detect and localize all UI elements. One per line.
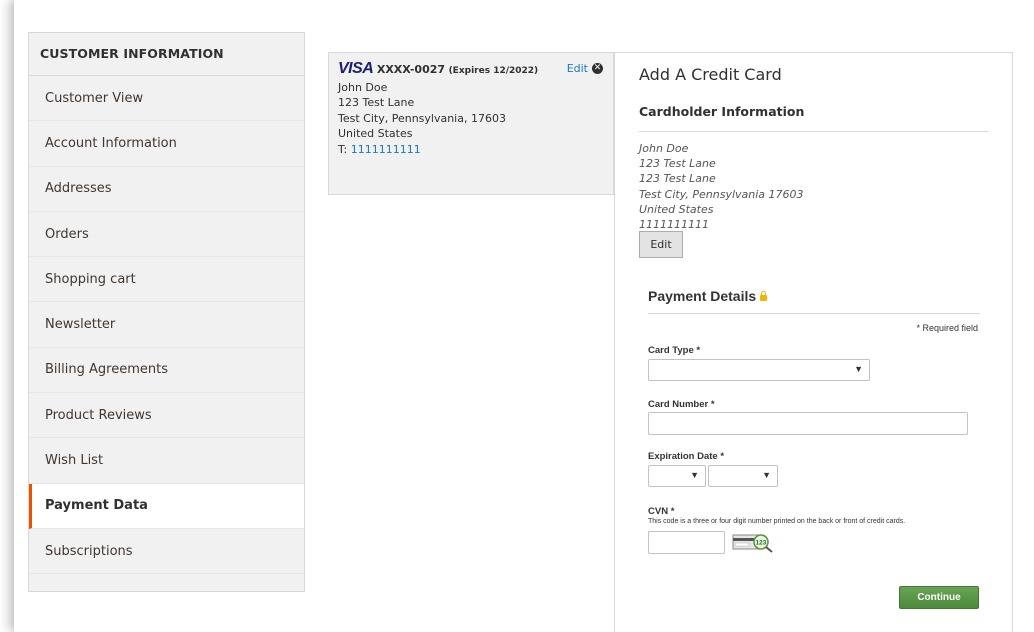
sidebar-item-customer-view[interactable]: Customer View (29, 76, 304, 122)
sidebar-item-wish-list[interactable]: Wish List (29, 438, 304, 484)
sidebar-item-payment-data[interactable]: Payment Data (29, 483, 304, 529)
card-header: VISA XXXX-0027 (Expires 12/2022) (338, 61, 604, 80)
address-line: 1111111111 (639, 218, 709, 232)
delete-card-icon[interactable]: ✕ (592, 63, 603, 75)
sidebar-item-orders[interactable]: Orders (29, 212, 304, 258)
phone-prefix: T: (338, 142, 351, 156)
sidebar-item-shopping-cart[interactable]: Shopping cart (29, 257, 304, 303)
cvv-card-icon[interactable]: 123 (732, 531, 774, 553)
cardholder-title: Cardholder Information (639, 104, 805, 119)
saved-card: VISA XXXX-0027 (Expires 12/2022) Edit ✕ … (328, 52, 614, 195)
divider (648, 313, 980, 314)
continue-button[interactable]: Continue (899, 586, 979, 609)
chevron-down-icon: ▼ (762, 470, 771, 480)
card-number-input[interactable] (648, 412, 968, 435)
address-line: Test City, Pennsylvania 17603 (639, 187, 804, 201)
card-number-label: Card Number * (648, 399, 715, 410)
sidebar-item-account-information[interactable]: Account Information (29, 121, 304, 167)
payment-details-title: Payment Details (648, 288, 768, 304)
sidebar-item-billing-agreements[interactable]: Billing Agreements (29, 348, 304, 394)
phone-link[interactable]: 1111111111 (351, 143, 421, 156)
sidebar-item-newsletter[interactable]: Newsletter (29, 302, 304, 348)
lock-icon (760, 291, 768, 301)
card-street: 123 Test Lane (338, 96, 415, 109)
divider (639, 131, 988, 132)
card-holder-name: John Doe (338, 80, 388, 94)
edit-card-link[interactable]: Edit ✕ (567, 61, 603, 77)
card-type-select[interactable]: ▼ (648, 359, 870, 381)
expiration-month-select[interactable]: ▼ (648, 465, 706, 487)
expiration-year-select[interactable]: ▼ (708, 465, 778, 487)
sidebar-item-product-reviews[interactable]: Product Reviews (29, 393, 304, 439)
visa-logo-icon: VISA (338, 60, 374, 77)
sidebar-title: CUSTOMER INFORMATION (29, 33, 304, 76)
address-line: 123 Test Lane (639, 157, 716, 171)
chevron-down-icon: ▼ (690, 470, 699, 480)
address-line: John Doe (639, 142, 689, 155)
add-card-panel: Add A Credit Card Cardholder Information… (614, 52, 1013, 632)
card-phone-line: T: 1111111111 (338, 142, 604, 158)
sidebar-item-subscriptions[interactable]: Subscriptions (29, 529, 304, 575)
cvv-icon-text: 123 (756, 540, 767, 547)
address-line: United States (639, 202, 714, 216)
cvn-label: CVN * (648, 506, 675, 517)
edit-card-label[interactable]: Edit (567, 61, 588, 77)
form-title: Add A Credit Card (639, 65, 782, 84)
expiration-date-label: Expiration Date * (648, 451, 725, 462)
address-line: 123 Test Lane (639, 172, 716, 186)
card-masked-number: XXXX-0027 (376, 63, 446, 76)
edit-address-button[interactable]: Edit (639, 231, 683, 258)
customer-sidebar: CUSTOMER INFORMATION Customer View Accou… (28, 32, 305, 592)
card-country: United States (338, 127, 413, 140)
payment-details-label: Payment Details (648, 288, 757, 304)
cvn-help-text: This code is a three or four digit numbe… (648, 518, 906, 525)
card-expiry: (Expires 12/2022) (448, 66, 539, 76)
card-type-label: Card Type * (648, 345, 701, 356)
chevron-down-icon: ▼ (854, 364, 863, 374)
required-field-note: * Required field (916, 323, 978, 333)
sidebar-item-addresses[interactable]: Addresses (29, 167, 304, 212)
cardholder-address: John Doe 123 Test Lane 123 Test Lane Tes… (639, 141, 804, 232)
card-city-line: Test City, Pennsylvania, 17603 (338, 111, 506, 125)
cvn-input[interactable] (648, 531, 725, 554)
